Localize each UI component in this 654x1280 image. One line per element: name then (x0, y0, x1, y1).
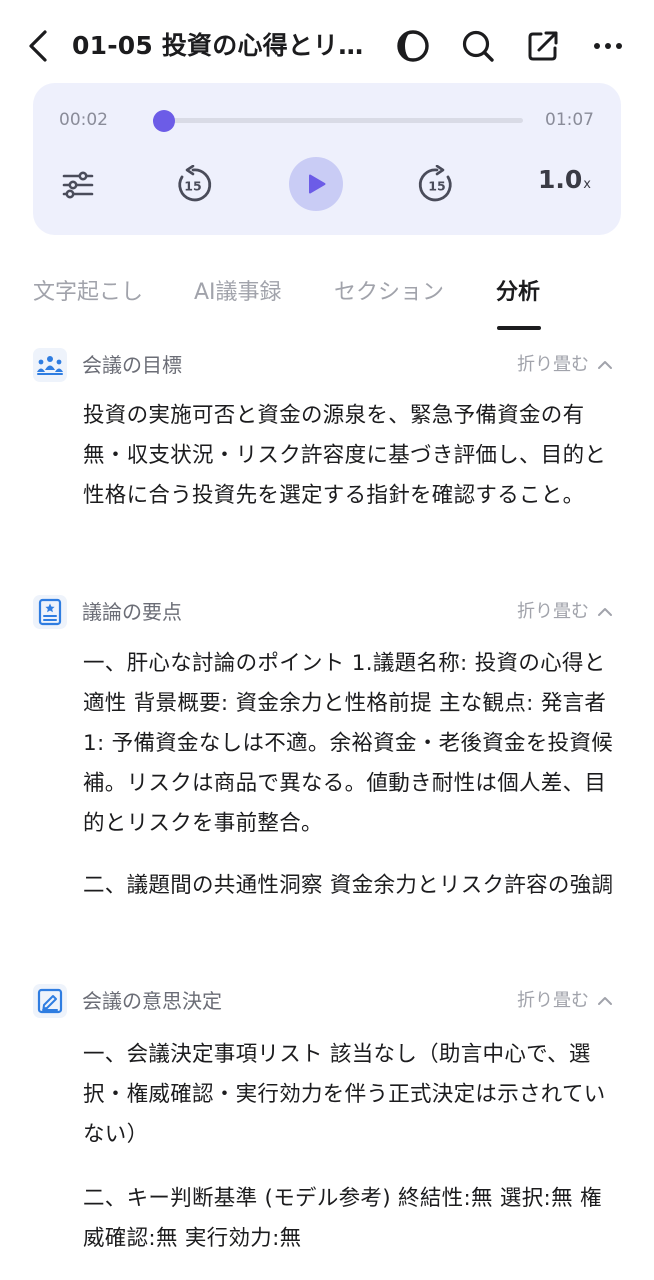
page-title: 01-05 投資の心得とリ… (72, 31, 364, 60)
progress-track[interactable] (153, 118, 523, 123)
speed-value: 1.0 (538, 165, 583, 194)
tab-ai-minutes[interactable]: AI議事録 (194, 278, 282, 308)
total-time: 01:07 (545, 110, 594, 130)
progress-handle[interactable] (153, 110, 176, 132)
decision-pen-icon (33, 984, 67, 1018)
settings-sliders-icon[interactable] (52, 159, 104, 211)
section-paragraph: 二、キー判断基準 (モデル参考) 終結性:無 選択:無 権威確認:無 実行効力:… (83, 1186, 602, 1251)
section-title: 会議の意思決定 (82, 989, 222, 1013)
chevron-up-icon (598, 608, 612, 616)
header-bar: 01-05 投資の心得とリ… (0, 0, 654, 92)
section-paragraph: 投資の実施可否と資金の源泉を、緊急予備資金の有無・収支状況・リスク許容度に基づき… (83, 403, 607, 508)
search-icon[interactable] (458, 26, 498, 66)
tab-bar: 文字起こし AI議事録 セクション 分析 (0, 270, 654, 334)
tab-analysis[interactable]: 分析 (496, 278, 540, 308)
section-header-discussion: 議論の要点 折り畳む (33, 594, 621, 630)
rewind-seconds: 15 (184, 179, 201, 194)
section-header-goal: 会議の目標 折り畳む (33, 347, 621, 383)
playback-speed-button[interactable]: 1.0 x (538, 165, 591, 205)
section-paragraph: 一、会議決定事項リスト 該当なし（助言中心で、選択・権威確認・実行効力を伴う正式… (83, 1042, 606, 1147)
meeting-people-icon (33, 348, 67, 382)
chevron-up-icon (598, 997, 612, 1005)
section-title: 議論の要点 (82, 600, 182, 624)
collapse-button[interactable]: 折り畳む (517, 351, 613, 379)
speed-unit: x (583, 177, 591, 192)
document-star-icon (33, 595, 67, 629)
current-time: 00:02 (59, 110, 108, 130)
collapse-button[interactable]: 折り畳む (517, 987, 613, 1015)
collapse-button[interactable]: 折り畳む (517, 598, 613, 626)
collapse-label: 折り畳む (517, 354, 589, 375)
section-title: 会議の目標 (82, 353, 182, 377)
chevron-up-icon (598, 361, 612, 369)
tab-sections[interactable]: セクション (334, 278, 444, 308)
tab-transcript[interactable]: 文字起こし (33, 278, 143, 308)
section-paragraph: 一、肝心な討論のポイント 1.議題名称: 投資の心得と適性 背景概要: 資金余力… (83, 651, 614, 836)
audio-player: 00:02 01:07 15 15 1.0 x (33, 83, 621, 235)
active-tab-indicator (497, 326, 541, 330)
more-icon[interactable] (588, 26, 628, 66)
section-header-decision: 会議の意思決定 折り畳む (33, 983, 621, 1019)
rewind-15-icon[interactable]: 15 (167, 159, 219, 211)
collapse-label: 折り畳む (517, 601, 589, 622)
play-icon (309, 174, 326, 194)
play-button[interactable] (289, 157, 343, 211)
collapse-label: 折り畳む (517, 990, 589, 1011)
back-icon[interactable] (22, 28, 54, 64)
theme-icon[interactable] (393, 26, 433, 66)
share-icon[interactable] (523, 26, 563, 66)
forward-seconds: 15 (428, 179, 445, 194)
forward-15-icon[interactable]: 15 (411, 159, 463, 211)
section-paragraph: 二、議題間の共通性洞察 資金余力とリスク許容の強調 (83, 873, 614, 898)
